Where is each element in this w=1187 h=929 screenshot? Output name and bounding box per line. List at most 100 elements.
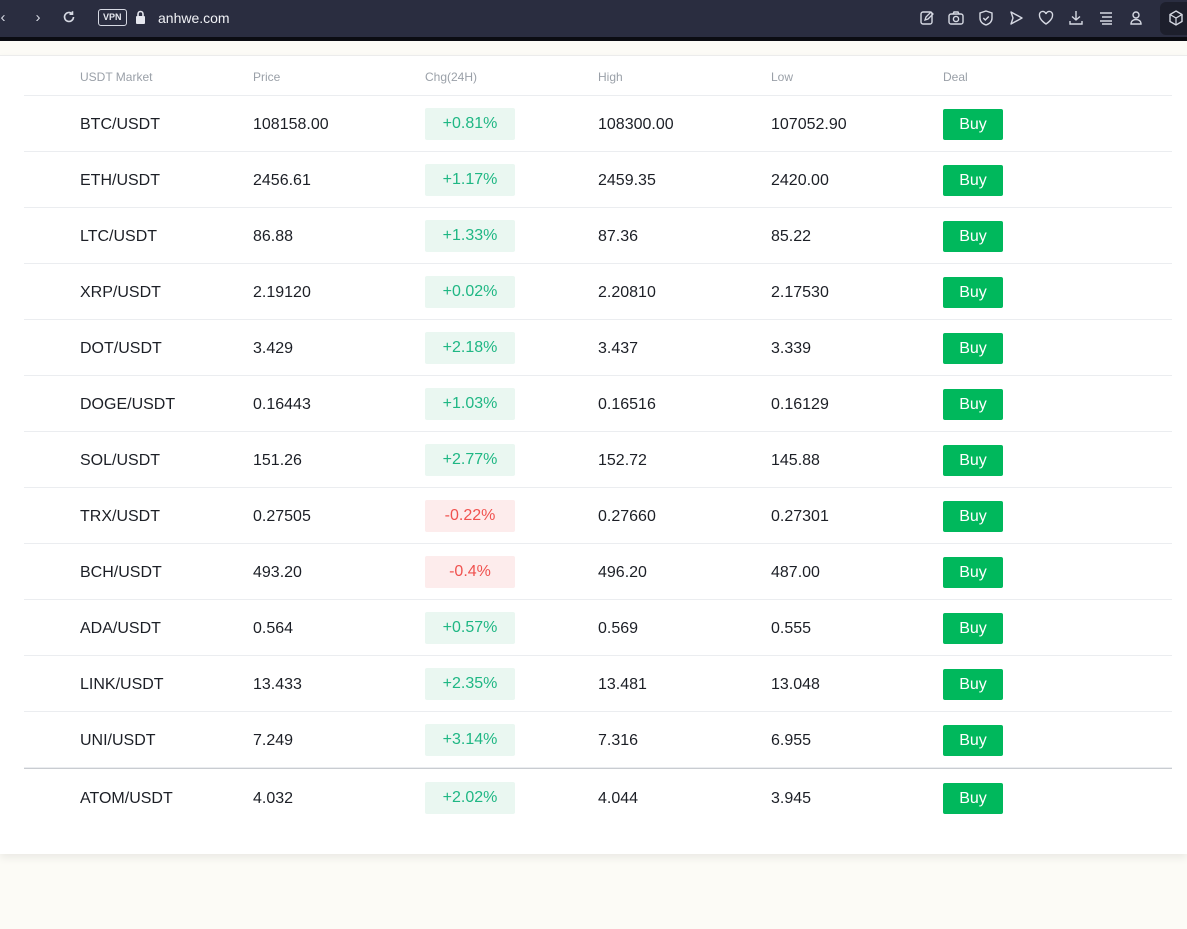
reload-icon[interactable] xyxy=(60,7,78,27)
change-badge: +2.02% xyxy=(425,782,515,814)
lock-icon xyxy=(134,10,147,25)
change-badge: +2.18% xyxy=(425,332,515,364)
low-value: 0.16129 xyxy=(771,396,829,413)
low-value: 2.17530 xyxy=(771,284,829,301)
change-badge: +1.17% xyxy=(425,164,515,196)
market-table: USDT Market Price Chg(24H) High Low Deal… xyxy=(24,56,1172,826)
table-row[interactable]: BCH/USDT 493.20 -0.4% 496.20 487.00 Buy xyxy=(24,544,1172,600)
pair-name[interactable]: ETH/USDT xyxy=(80,172,160,190)
table-row[interactable]: LINK/USDT 13.433 +2.35% 13.481 13.048 Buy xyxy=(24,656,1172,712)
pair-name[interactable]: ATOM/USDT xyxy=(80,790,173,808)
buy-button[interactable]: Buy xyxy=(943,783,1003,814)
table-body: BTC/USDT 108158.00 +0.81% 108300.00 107052.9… xyxy=(24,96,1172,826)
header-deal: Deal xyxy=(943,70,968,84)
table-row[interactable]: ADA/USDT 0.564 +0.57% 0.569 0.555 Buy xyxy=(24,600,1172,656)
pair-name[interactable]: TRX/USDT xyxy=(80,508,160,526)
header-market: USDT Market xyxy=(80,70,153,84)
profile-icon[interactable] xyxy=(1127,9,1145,27)
header-change: Chg(24H) xyxy=(425,70,478,84)
buy-button[interactable]: Buy xyxy=(943,725,1003,756)
pair-name[interactable]: DOGE/USDT xyxy=(80,396,175,414)
camera-icon[interactable] xyxy=(947,9,965,27)
pair-name[interactable]: BTC/USDT xyxy=(80,116,160,134)
high-value: 108300.00 xyxy=(598,116,674,133)
price-value: 2.19120 xyxy=(253,284,311,301)
high-value: 2.20810 xyxy=(598,284,656,301)
address-bar-url[interactable]: anhwe.com xyxy=(158,9,230,27)
high-value: 496.20 xyxy=(598,564,647,581)
menu-icon[interactable] xyxy=(1097,9,1115,27)
high-value: 7.316 xyxy=(598,732,639,749)
change-badge: +1.33% xyxy=(425,220,515,252)
price-value: 13.433 xyxy=(253,676,302,693)
table-row[interactable]: UNI/USDT 7.249 +3.14% 7.316 6.955 Buy xyxy=(24,712,1172,768)
change-badge: +3.14% xyxy=(425,724,515,756)
buy-button[interactable]: Buy xyxy=(943,221,1003,252)
change-badge: +1.03% xyxy=(425,388,515,420)
back-icon[interactable]: ‹ xyxy=(0,8,12,28)
table-row[interactable]: ATOM/USDT 4.032 +2.02% 4.044 3.945 Buy xyxy=(24,768,1172,826)
high-value: 152.72 xyxy=(598,452,647,469)
high-value: 2459.35 xyxy=(598,172,656,189)
high-value: 87.36 xyxy=(598,228,639,245)
buy-button[interactable]: Buy xyxy=(943,109,1003,140)
price-value: 2456.61 xyxy=(253,172,311,189)
low-value: 2420.00 xyxy=(771,172,829,189)
buy-button[interactable]: Buy xyxy=(943,445,1003,476)
table-row[interactable]: DOGE/USDT 0.16443 +1.03% 0.16516 0.16129 Buy xyxy=(24,376,1172,432)
high-value: 0.569 xyxy=(598,620,639,637)
edit-icon[interactable] xyxy=(918,9,936,27)
pair-name[interactable]: SOL/USDT xyxy=(80,452,160,470)
send-icon[interactable] xyxy=(1007,9,1025,27)
table-row[interactable]: DOT/USDT 3.429 +2.18% 3.437 3.339 Buy xyxy=(24,320,1172,376)
change-badge: +2.77% xyxy=(425,444,515,476)
buy-button[interactable]: Buy xyxy=(943,501,1003,532)
change-badge: +2.35% xyxy=(425,668,515,700)
price-value: 493.20 xyxy=(253,564,302,581)
buy-button[interactable]: Buy xyxy=(943,557,1003,588)
buy-button[interactable]: Buy xyxy=(943,389,1003,420)
vpn-badge[interactable]: VPN xyxy=(98,9,127,26)
change-badge: +0.02% xyxy=(425,276,515,308)
pair-name[interactable]: ADA/USDT xyxy=(80,620,161,638)
price-value: 0.564 xyxy=(253,620,294,637)
market-panel: USDT Market Price Chg(24H) High Low Deal… xyxy=(0,55,1187,854)
buy-button[interactable]: Buy xyxy=(943,333,1003,364)
high-value: 3.437 xyxy=(598,340,639,357)
header-low: Low xyxy=(771,70,794,84)
table-row[interactable]: SOL/USDT 151.26 +2.77% 152.72 145.88 Buy xyxy=(24,432,1172,488)
high-value: 0.27660 xyxy=(598,508,656,525)
buy-button[interactable]: Buy xyxy=(943,669,1003,700)
table-row[interactable]: XRP/USDT 2.19120 +0.02% 2.20810 2.17530 Buy xyxy=(24,264,1172,320)
pair-name[interactable]: LINK/USDT xyxy=(80,676,164,694)
heart-icon[interactable] xyxy=(1037,9,1055,27)
buy-button[interactable]: Buy xyxy=(943,277,1003,308)
shield-icon[interactable] xyxy=(977,9,995,27)
buy-button[interactable]: Buy xyxy=(943,165,1003,196)
buy-button[interactable]: Buy xyxy=(943,613,1003,644)
price-value: 151.26 xyxy=(253,452,302,469)
table-row[interactable]: TRX/USDT 0.27505 -0.22% 0.27660 0.27301 Buy xyxy=(24,488,1172,544)
extension-icon[interactable] xyxy=(1160,2,1187,35)
price-value: 86.88 xyxy=(253,228,294,245)
table-row[interactable]: BTC/USDT 108158.00 +0.81% 108300.00 107052.9… xyxy=(24,96,1172,152)
pair-name[interactable]: LTC/USDT xyxy=(80,228,157,246)
high-value: 13.481 xyxy=(598,676,647,693)
low-value: 3.945 xyxy=(771,790,812,807)
change-badge: +0.81% xyxy=(425,108,515,140)
header-high: High xyxy=(598,70,623,84)
price-value: 0.27505 xyxy=(253,508,311,525)
pair-name[interactable]: DOT/USDT xyxy=(80,340,162,358)
price-value: 3.429 xyxy=(253,340,294,357)
pair-name[interactable]: BCH/USDT xyxy=(80,564,162,582)
pair-name[interactable]: XRP/USDT xyxy=(80,284,161,302)
pair-name[interactable]: UNI/USDT xyxy=(80,732,156,750)
forward-icon[interactable]: › xyxy=(29,8,47,28)
low-value: 0.555 xyxy=(771,620,812,637)
change-badge: +0.57% xyxy=(425,612,515,644)
browser-toolbar: ‹ › VPN anhwe.com xyxy=(0,0,1187,41)
download-icon[interactable] xyxy=(1067,9,1085,27)
table-row[interactable]: ETH/USDT 2456.61 +1.17% 2459.35 2420.00 Buy xyxy=(24,152,1172,208)
table-row[interactable]: LTC/USDT 86.88 +1.33% 87.36 85.22 Buy xyxy=(24,208,1172,264)
header-price: Price xyxy=(253,70,281,84)
